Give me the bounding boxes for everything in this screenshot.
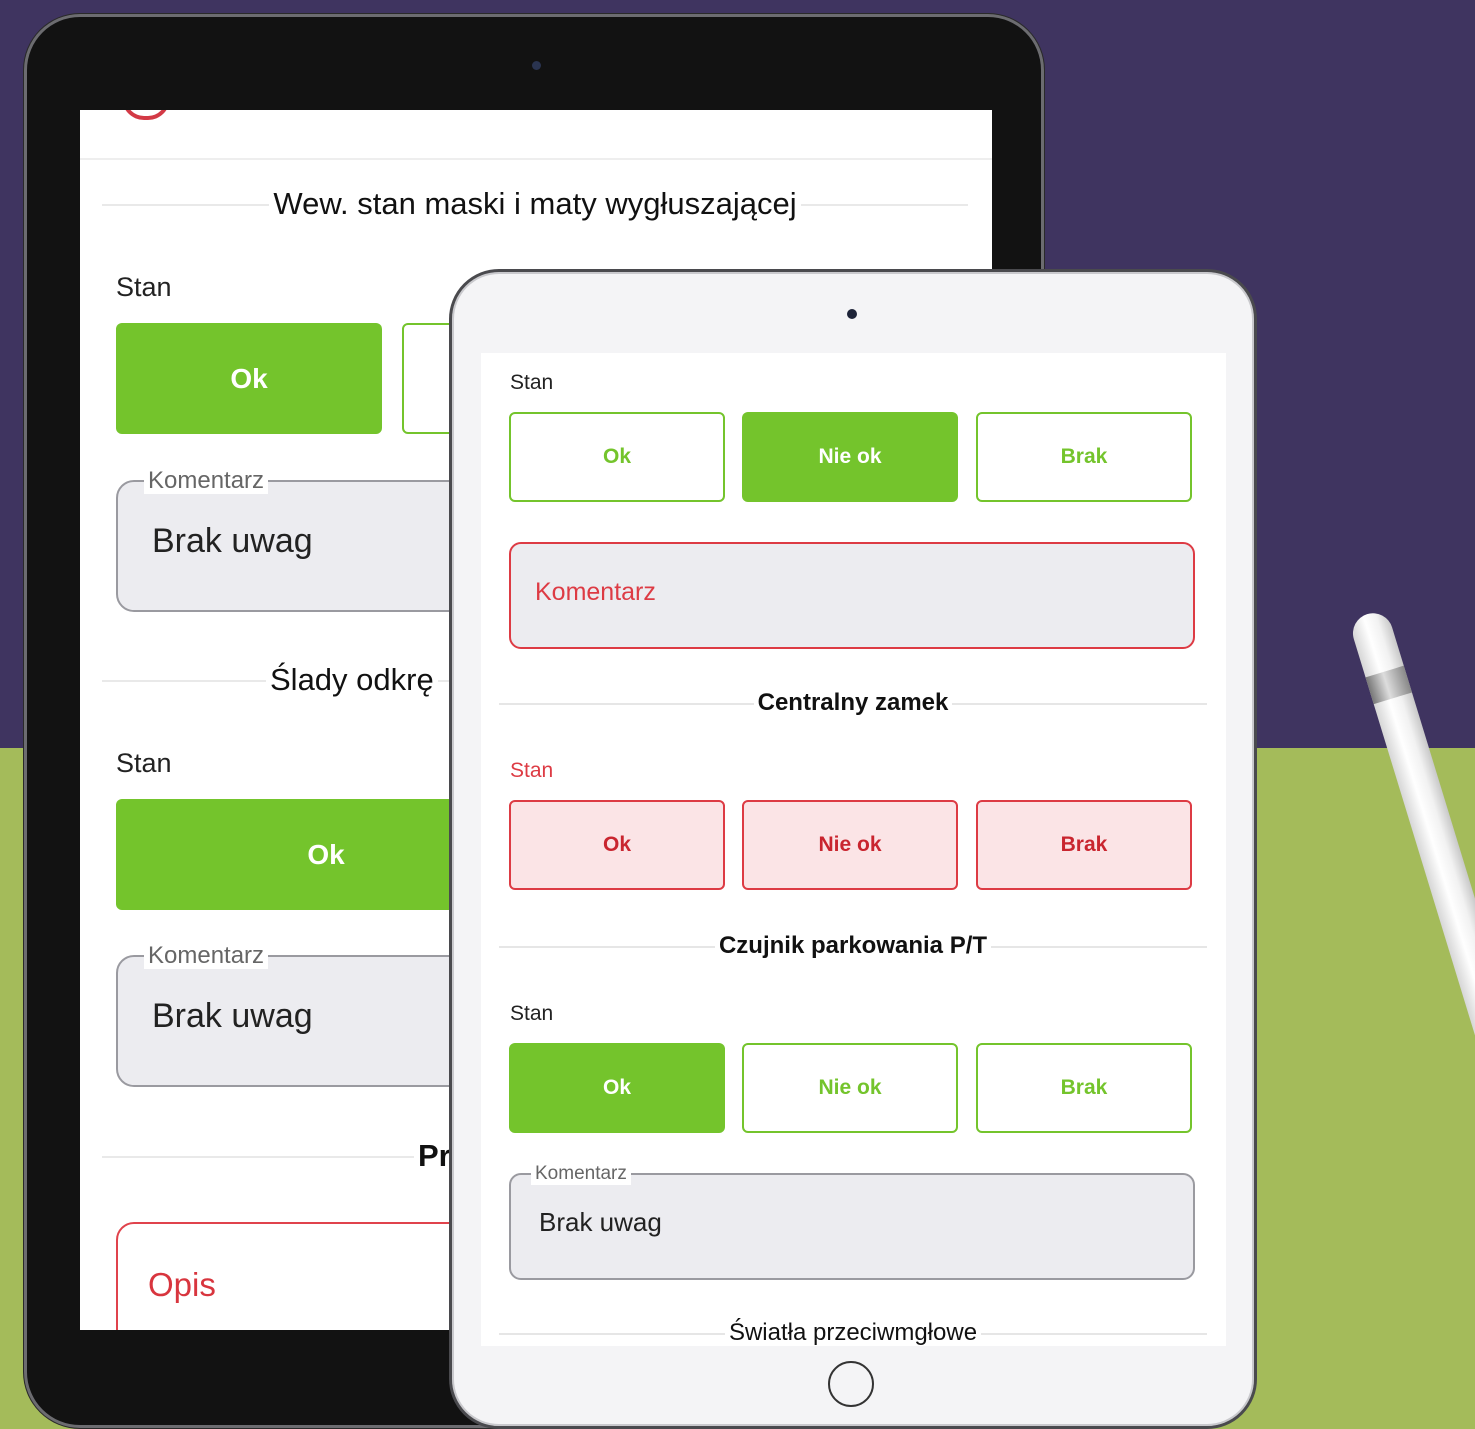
section-title: Światła przeciwmgłowe	[724, 1319, 982, 1346]
brak-button[interactable]: Brak	[976, 800, 1192, 890]
comment-field-error[interactable]: Komentarz	[509, 542, 1195, 649]
back-tablet-camera	[532, 61, 541, 70]
comment-value: Brak uwag	[152, 522, 313, 560]
stan-label: Stan	[116, 748, 172, 778]
section-title: Czujnik parkowania P/T	[714, 932, 992, 959]
comment-value: Brak uwag	[152, 997, 313, 1035]
section-header: Centralny zamek	[499, 687, 1207, 719]
nie-ok-button[interactable]: Nie ok	[742, 800, 958, 890]
home-button[interactable]	[828, 1361, 874, 1407]
section-header: Wew. stan maski i maty wygłuszającej	[102, 184, 968, 224]
stan-label: Stan	[510, 371, 554, 394]
comment-legend: Komentarz	[531, 1163, 631, 1185]
brak-button[interactable]: Brak	[976, 412, 1192, 502]
comment-value: Brak uwag	[539, 1207, 662, 1237]
opis-placeholder: Opis	[148, 1266, 216, 1303]
pencil-band	[1365, 665, 1412, 705]
comment-legend: Komentarz	[144, 468, 269, 494]
header-divider	[80, 158, 992, 160]
nie-ok-button[interactable]: Nie ok	[742, 1043, 958, 1133]
ok-button[interactable]: Ok	[116, 323, 382, 434]
section-title: Ślady odkrę	[266, 662, 438, 697]
comment-legend: Komentarz	[144, 943, 269, 969]
ok-button[interactable]: Ok	[509, 412, 725, 502]
section-header: Czujnik parkowania P/T	[499, 930, 1207, 962]
app-logo-icon	[122, 110, 170, 120]
stan-label: Stan	[510, 1002, 554, 1025]
front-tablet-screen: Stan Ok Nie ok Brak Komentarz Centralny …	[481, 353, 1226, 1346]
ok-button[interactable]: Ok	[509, 800, 725, 890]
stan-label: Stan	[510, 759, 554, 782]
section-title: Centralny zamek	[753, 689, 953, 716]
nie-ok-button[interactable]: Nie ok	[742, 412, 958, 502]
section-title: Wew. stan maski i maty wygłuszającej	[269, 186, 801, 221]
stan-label: Stan	[116, 272, 172, 302]
section-header: Światła przeciwmgłowe	[499, 1317, 1207, 1346]
comment-field[interactable]: Komentarz Brak uwag	[509, 1163, 1195, 1280]
ok-button[interactable]: Ok	[509, 1043, 725, 1133]
comment-placeholder: Komentarz	[535, 578, 656, 606]
front-tablet-camera	[847, 309, 857, 319]
brak-button[interactable]: Brak	[976, 1043, 1192, 1133]
